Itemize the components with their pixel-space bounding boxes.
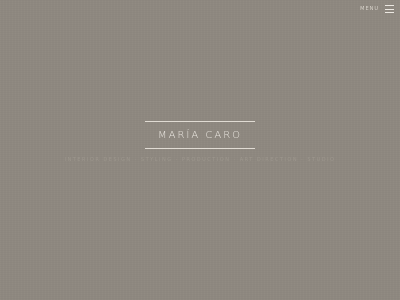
site-logo[interactable]: MARÍA CARO	[145, 121, 255, 149]
brand-name: MARÍA CARO	[157, 129, 243, 141]
hamburger-icon[interactable]	[385, 5, 394, 13]
background-texture	[0, 0, 400, 300]
top-navigation: MENU	[360, 5, 394, 13]
tagline: INTERIOR DESIGN · STYLING · PRODUCTION ·…	[64, 157, 336, 163]
menu-label[interactable]: MENU	[360, 6, 379, 12]
